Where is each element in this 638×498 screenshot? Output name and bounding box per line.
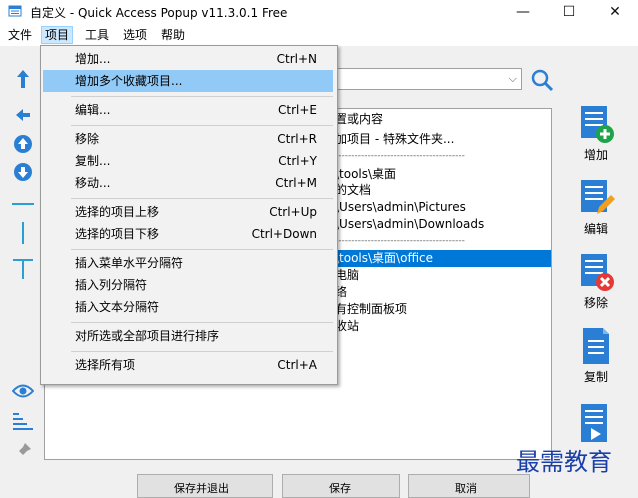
menu-divider xyxy=(71,249,333,250)
menu-tools[interactable]: 工具 xyxy=(82,27,112,43)
app-icon xyxy=(8,5,22,17)
menu-item-insert-horizontal-separator[interactable]: 插入菜单水平分隔符 xyxy=(43,252,333,274)
move-icon xyxy=(581,404,607,442)
menu-divider xyxy=(71,125,333,126)
menu-options[interactable]: 选项 xyxy=(120,27,150,43)
chevron-down-icon: ⌵ xyxy=(508,72,517,85)
menu-item-insert-column-separator[interactable]: 插入列分隔符 xyxy=(43,274,333,296)
menu-item-add[interactable]: 增加... Ctrl+N xyxy=(43,48,333,70)
horizontal-separator-icon[interactable] xyxy=(12,193,34,215)
menu-item-insert-text-separator[interactable]: 插入文本分隔符 xyxy=(43,296,333,318)
save-and-exit-button[interactable]: 保存并退出 xyxy=(137,474,273,498)
menu-item-project[interactable]: 项目 xyxy=(41,26,74,44)
save-button[interactable]: 保存 xyxy=(282,474,400,498)
close-button[interactable]: ✕ xyxy=(592,0,638,24)
remove-button[interactable]: 移除 xyxy=(566,252,626,311)
back-arrow-icon[interactable] xyxy=(12,104,34,126)
maximize-button[interactable]: ☐ xyxy=(546,0,592,24)
eye-icon[interactable] xyxy=(12,380,34,402)
category-combo[interactable]: ⌵ xyxy=(330,68,522,90)
add-label: 增加 xyxy=(583,148,608,162)
title-bar: 自定义 - Quick Access Popup v11.3.0.1 Free … xyxy=(0,0,638,24)
window-title: 自定义 - Quick Access Popup v11.3.0.1 Free xyxy=(30,6,288,20)
menu-bar: 文件 项目 工具 选项 帮助 xyxy=(0,24,638,46)
project-dropdown-menu: 增加... Ctrl+N 增加多个收藏项目... 编辑... Ctrl+E 移除 Ct… xyxy=(40,45,338,385)
menu-help[interactable]: 帮助 xyxy=(158,27,188,43)
column-separator-icon[interactable] xyxy=(12,222,34,244)
menu-item-add-multiple[interactable]: 增加多个收藏项目... xyxy=(43,70,333,92)
sort-icon[interactable] xyxy=(12,410,34,432)
edit-icon xyxy=(581,180,615,214)
menu-divider xyxy=(71,198,333,199)
copy-icon xyxy=(583,328,609,364)
menu-divider xyxy=(71,96,333,97)
move-down-icon[interactable] xyxy=(12,161,34,183)
remove-icon xyxy=(581,254,614,291)
remove-label: 移除 xyxy=(583,296,608,310)
menu-item-copy[interactable]: 复制... Ctrl+Y xyxy=(43,150,333,172)
menu-item-select-all[interactable]: 选择所有项 Ctrl+A xyxy=(43,354,333,376)
add-button[interactable]: 增加 xyxy=(566,104,626,163)
move-button[interactable] xyxy=(566,402,626,442)
menu-item-move[interactable]: 移动... Ctrl+M xyxy=(43,172,333,194)
search-icon[interactable] xyxy=(530,68,554,92)
edit-label: 编辑 xyxy=(583,222,608,236)
watermark-logo: 最需教育 xyxy=(516,448,612,476)
copy-label: 复制 xyxy=(583,370,608,384)
move-up-icon[interactable] xyxy=(12,133,34,155)
add-icon xyxy=(581,106,614,143)
pin-icon[interactable] xyxy=(12,440,34,462)
copy-button[interactable]: 复制 xyxy=(566,326,626,385)
menu-item-move-up[interactable]: 选择的项目上移 Ctrl+Up xyxy=(43,201,333,223)
menu-item-edit[interactable]: 编辑... Ctrl+E xyxy=(43,99,333,121)
menu-file[interactable]: 文件 xyxy=(5,27,35,43)
minimize-button[interactable]: — xyxy=(500,0,546,24)
text-separator-icon[interactable] xyxy=(12,258,34,280)
cancel-button[interactable]: 取消 xyxy=(408,474,530,498)
menu-item-remove[interactable]: 移除 Ctrl+R xyxy=(43,128,333,150)
menu-item-move-down[interactable]: 选择的项目下移 Ctrl+Down xyxy=(43,223,333,245)
menu-divider xyxy=(71,351,333,352)
menu-item-sort[interactable]: 对所选或全部项目进行排序 xyxy=(43,325,333,347)
menu-divider xyxy=(71,322,333,323)
parent-folder-icon[interactable] xyxy=(12,68,34,90)
edit-button[interactable]: 编辑 xyxy=(566,178,626,237)
